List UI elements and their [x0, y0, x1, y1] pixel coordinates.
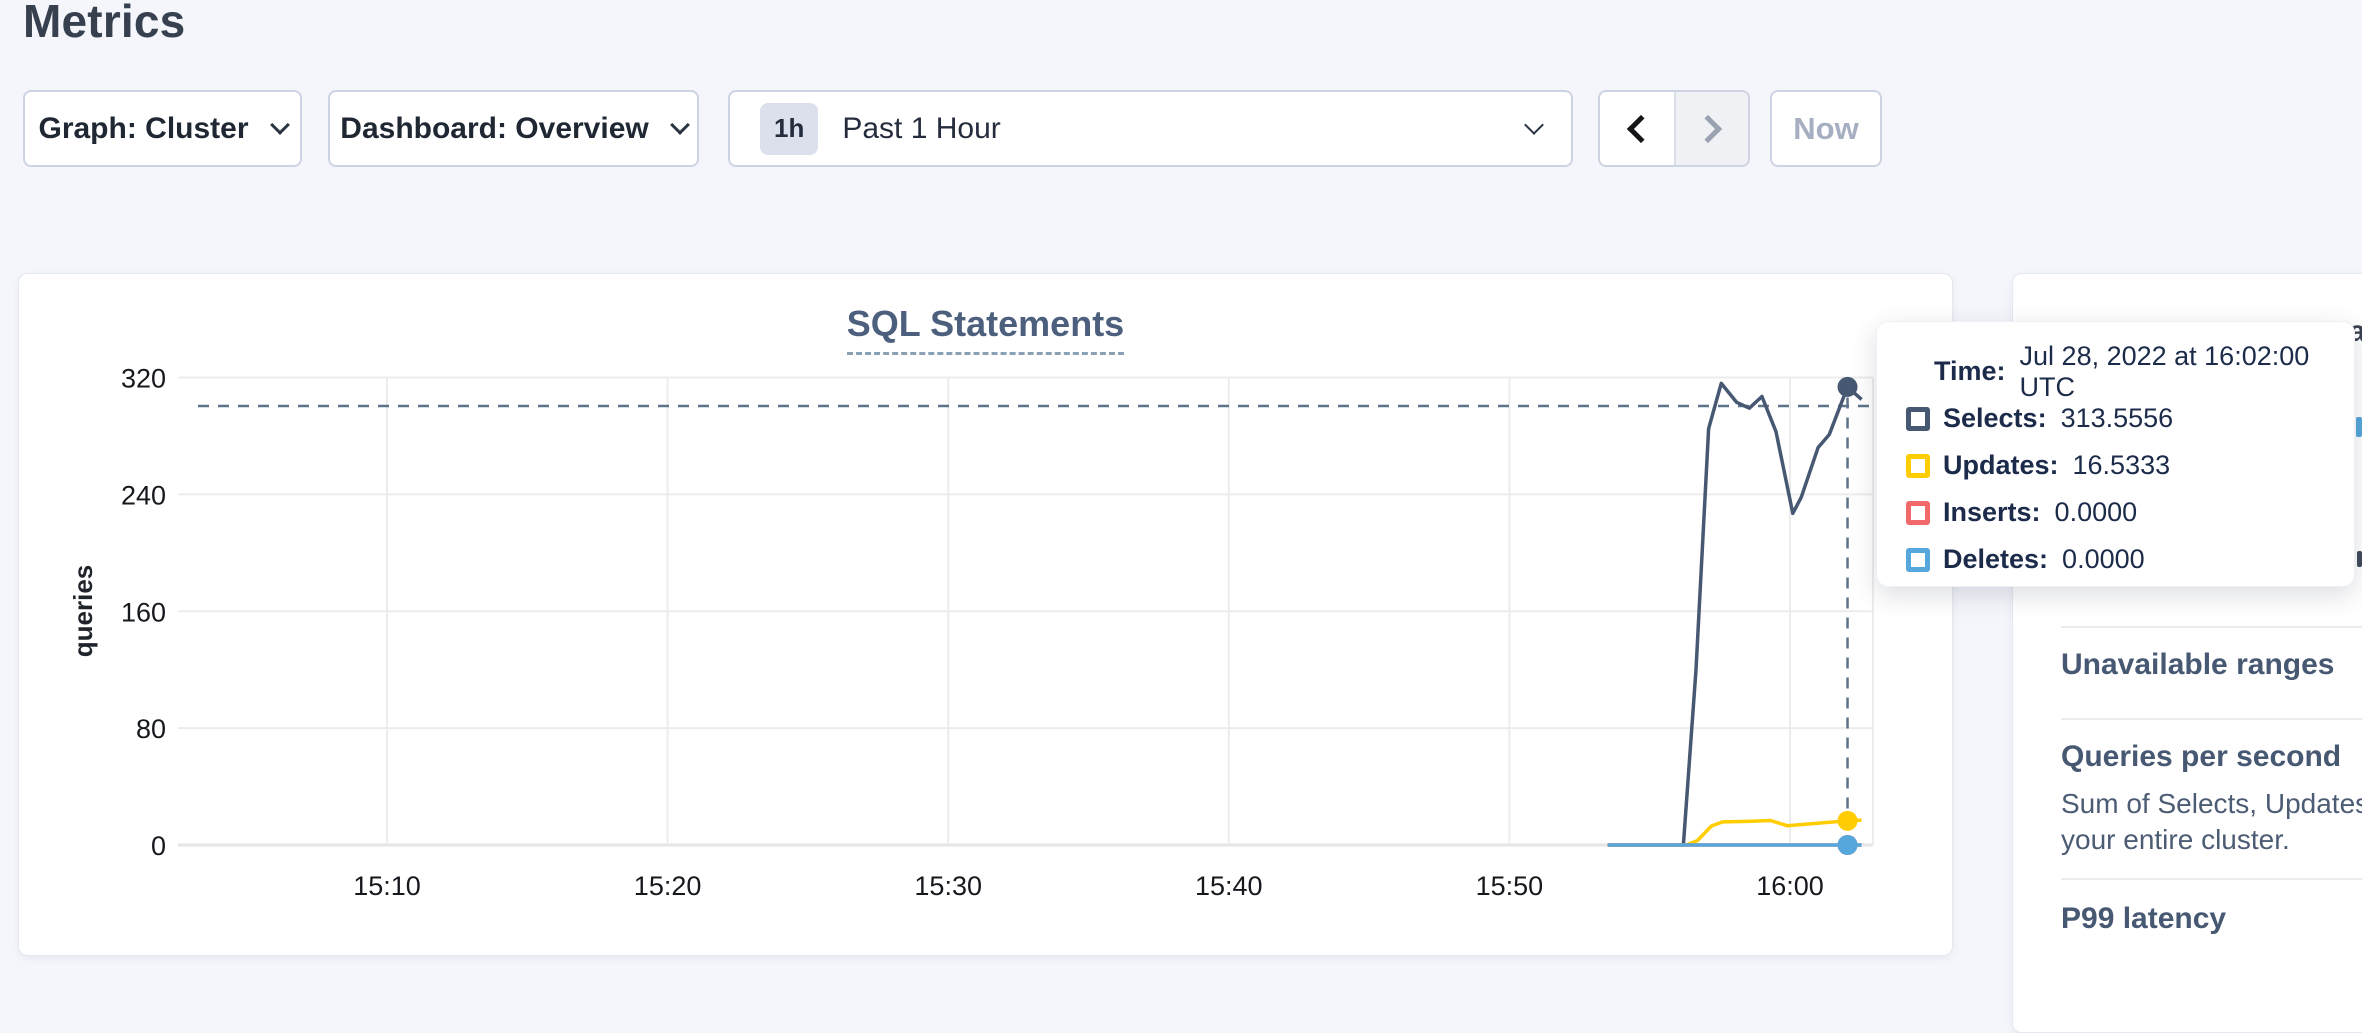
graph-scope-dropdown[interactable]: Graph: Cluster: [23, 90, 302, 167]
tooltip-series-label: Deletes:: [1943, 544, 2048, 575]
time-range-label: Past 1 Hour: [842, 112, 1527, 146]
time-range-selector[interactable]: 1h Past 1 Hour: [728, 90, 1573, 167]
time-window-back-button[interactable]: [1600, 92, 1674, 165]
tooltip-series-value: 313.5556: [2061, 403, 2174, 434]
series-swatch-icon: [1906, 501, 1930, 525]
sidebar-heading-p99-latency: P99 latency: [2061, 902, 2226, 936]
tooltip-series-value: 16.5333: [2073, 450, 2171, 481]
divider: [2061, 878, 2362, 880]
tooltip-series-label: Selects:: [1943, 403, 2047, 434]
time-range-badge: 1h: [760, 103, 818, 155]
tooltip-series-label: Inserts:: [1943, 497, 2041, 528]
tooltip-series-value: 0.0000: [2055, 497, 2138, 528]
sidebar-heading-queries-per-second: Queries per second: [2061, 740, 2341, 774]
dashboard-dropdown[interactable]: Dashboard: Overview: [328, 90, 699, 167]
time-window-arrows: [1598, 90, 1750, 167]
clipped-content-fragment: [2356, 417, 2362, 437]
tooltip-series-label: Updates:: [1943, 450, 2059, 481]
chart-title[interactable]: SQL Statements: [847, 303, 1124, 355]
sidebar-description-line: Sum of Selects, Updates, Inser: [2061, 788, 2362, 820]
time-window-forward-button[interactable]: [1674, 92, 1748, 165]
sidebar-description-line: your entire cluster.: [2061, 824, 2362, 856]
tooltip-series-row: Inserts: 0.0000: [1906, 489, 2354, 536]
chevron-left-icon: [1627, 114, 1655, 142]
series-swatch-icon: [1906, 454, 1930, 478]
tooltip-series-rows: Selects: 313.5556Updates: 16.5333 Inserts: 0…: [1906, 395, 2354, 583]
dashboard-dropdown-label: Dashboard: Overview: [340, 112, 648, 146]
tooltip-series-row: Deletes: 0.0000: [1906, 536, 2354, 583]
chart-title-row: SQL Statements: [19, 303, 1952, 355]
chevron-down-icon: [1524, 115, 1544, 135]
tooltip-time-row: Time: Jul 28, 2022 at 16:02:00 UTC: [1906, 348, 2354, 395]
chart-hover-tooltip: Time: Jul 28, 2022 at 16:02:00 UTC Selec…: [1876, 321, 2355, 587]
graph-scope-dropdown-label: Graph: Cluster: [38, 112, 248, 146]
chevron-down-icon: [270, 115, 290, 135]
divider: [2061, 626, 2362, 628]
divider: [2061, 718, 2362, 720]
tooltip-time-value: Jul 28, 2022 at 16:02:00 UTC: [2020, 341, 2354, 403]
tooltip-time-label: Time:: [1934, 356, 2006, 387]
chevron-right-icon: [1694, 114, 1722, 142]
now-button[interactable]: Now: [1770, 90, 1882, 167]
sidebar-heading-unavailable-ranges: Unavailable ranges: [2061, 648, 2334, 682]
page-title: Metrics: [23, 0, 185, 48]
chevron-down-icon: [670, 115, 690, 135]
series-swatch-icon: [1906, 548, 1930, 572]
metrics-toolbar: Graph: Cluster Dashboard: Overview 1h Pa…: [0, 90, 2362, 167]
series-swatch-icon: [1906, 407, 1930, 431]
sql-statements-chart-card: SQL Statements: [18, 273, 1953, 956]
clipped-content-fragment: [2357, 551, 2362, 567]
tooltip-series-value: 0.0000: [2062, 544, 2145, 575]
tooltip-series-row: Updates: 16.5333: [1906, 442, 2354, 489]
